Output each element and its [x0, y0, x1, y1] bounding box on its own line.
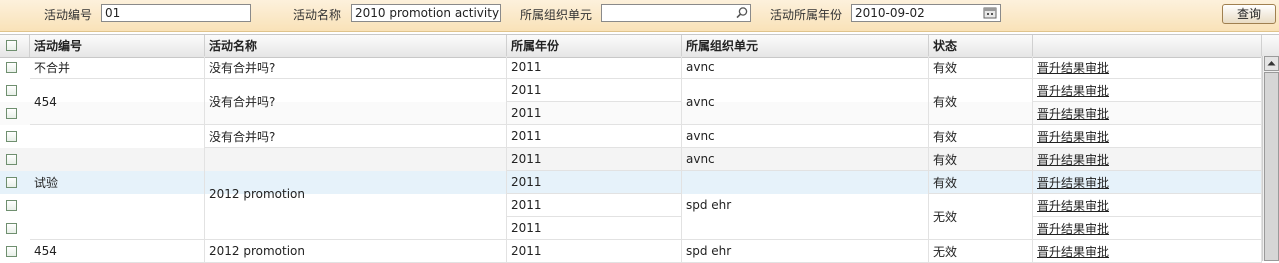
- header-org-unit[interactable]: 所属组织单元: [682, 35, 929, 57]
- cell-org-unit: avnc: [682, 56, 929, 79]
- cell-year: 2011: [507, 194, 682, 217]
- cell-year: 2011: [507, 217, 682, 240]
- cell-org-unit: avnc: [682, 148, 929, 171]
- cell-year: 2011: [507, 171, 682, 194]
- header-status[interactable]: 状态: [929, 35, 1033, 57]
- vertical-scrollbar[interactable]: [1262, 56, 1279, 261]
- year-input[interactable]: 2010-09-02: [851, 4, 1001, 22]
- year-value: 2010-09-02: [855, 6, 925, 20]
- cell-year: 2011: [507, 240, 682, 263]
- row-checkbox[interactable]: [6, 200, 17, 211]
- cell-year: 2011: [507, 56, 682, 79]
- promotion-approval-link[interactable]: 晋升结果审批: [1037, 151, 1109, 168]
- filter-bar: 活动编号 01 活动名称 2010 promotion activity 所属组…: [0, 0, 1279, 32]
- cell-year: 2011: [507, 102, 682, 125]
- promotion-approval-link[interactable]: 晋升结果审批: [1037, 197, 1109, 214]
- cell-activity-name: 2012 promotion: [205, 240, 507, 263]
- row-checkbox[interactable]: [6, 223, 17, 234]
- promotion-approval-link[interactable]: 晋升结果审批: [1037, 82, 1109, 99]
- promotion-approval-link[interactable]: 晋升结果审批: [1037, 128, 1109, 145]
- cell-status: 有效: [929, 56, 1033, 79]
- cell-activity-code: 不合并: [30, 56, 205, 79]
- cell-action: 晋升结果审批: [1033, 56, 1262, 79]
- cell-org-unit: avnc: [682, 125, 929, 148]
- promotion-approval-link[interactable]: 晋升结果审批: [1037, 220, 1109, 237]
- cell-action: 晋升结果审批: [1033, 217, 1262, 240]
- cell-activity-code: 试验: [30, 125, 205, 240]
- row-checkbox[interactable]: [6, 131, 17, 142]
- promotion-approval-link[interactable]: 晋升结果审批: [1037, 59, 1109, 76]
- cell-action: 晋升结果审批: [1033, 148, 1262, 171]
- activity-grid: 活动编号 活动名称 所属年份 所属组织单元 状态 不合并 454 试验 454 …: [0, 32, 1279, 263]
- activity-name-label: 活动名称: [293, 8, 342, 22]
- year-label: 活动所属年份: [770, 8, 843, 22]
- cell-activity-name: 没有合并吗?: [205, 79, 507, 125]
- cell-action: 晋升结果审批: [1033, 171, 1262, 194]
- row-checkbox[interactable]: [6, 246, 17, 257]
- org-unit-input[interactable]: [601, 4, 751, 22]
- query-button[interactable]: 查询: [1222, 4, 1276, 24]
- header-year[interactable]: 所属年份: [507, 35, 682, 57]
- cell-status: 有效: [929, 171, 1033, 194]
- activity-code-input[interactable]: 01: [101, 4, 251, 22]
- cell-status: 有效: [929, 148, 1033, 171]
- header-select-cell: [0, 35, 30, 57]
- promotion-approval-link[interactable]: 晋升结果审批: [1037, 105, 1109, 122]
- cell-activity-name: 没有合并吗?: [205, 125, 507, 148]
- cell-action: 晋升结果审批: [1033, 194, 1262, 217]
- cell-org-unit: spd ehr: [682, 171, 929, 240]
- cell-action: 晋升结果审批: [1033, 102, 1262, 125]
- search-icon[interactable]: [735, 6, 749, 20]
- grid-header: 活动编号 活动名称 所属年份 所属组织单元 状态: [0, 34, 1279, 58]
- activity-code-label: 活动编号: [44, 8, 93, 22]
- cell-org-unit: spd ehr: [682, 240, 929, 263]
- cell-year: 2011: [507, 79, 682, 102]
- cell-year: 2011: [507, 148, 682, 171]
- cell-activity-code: 454: [30, 240, 205, 263]
- scrollbar-thumb[interactable]: [1264, 72, 1279, 261]
- cell-action: 晋升结果审批: [1033, 125, 1262, 148]
- header-activity-code[interactable]: 活动编号: [30, 35, 205, 57]
- row-checkbox[interactable]: [6, 85, 17, 96]
- cell-year: 2011: [507, 125, 682, 148]
- row-checkbox[interactable]: [6, 62, 17, 73]
- cell-activity-name: 2012 promotion: [205, 148, 507, 240]
- cell-action: 晋升结果审批: [1033, 240, 1262, 263]
- cell-status: 无效: [929, 194, 1033, 240]
- row-checkbox[interactable]: [6, 108, 17, 119]
- cell-status: 有效: [929, 79, 1033, 125]
- calendar-icon[interactable]: [983, 6, 997, 20]
- header-action: [1033, 35, 1262, 57]
- row-checkbox[interactable]: [6, 177, 17, 188]
- activity-name-input[interactable]: 2010 promotion activity: [351, 4, 501, 22]
- arrow-up-icon: [1267, 61, 1276, 66]
- promotion-approval-link[interactable]: 晋升结果审批: [1037, 174, 1109, 191]
- cell-status: 有效: [929, 125, 1033, 148]
- cell-activity-code: 454: [30, 79, 205, 125]
- cell-status: 无效: [929, 240, 1033, 263]
- row-checkbox[interactable]: [6, 154, 17, 165]
- org-unit-label: 所属组织单元: [520, 8, 593, 22]
- cell-org-unit: avnc: [682, 79, 929, 125]
- cell-activity-name: 没有合并吗?: [205, 56, 507, 79]
- cell-action: 晋升结果审批: [1033, 79, 1262, 102]
- select-all-checkbox[interactable]: [6, 40, 17, 51]
- header-activity-name[interactable]: 活动名称: [205, 35, 507, 57]
- scroll-up-button[interactable]: [1264, 56, 1279, 71]
- promotion-approval-link[interactable]: 晋升结果审批: [1037, 243, 1109, 260]
